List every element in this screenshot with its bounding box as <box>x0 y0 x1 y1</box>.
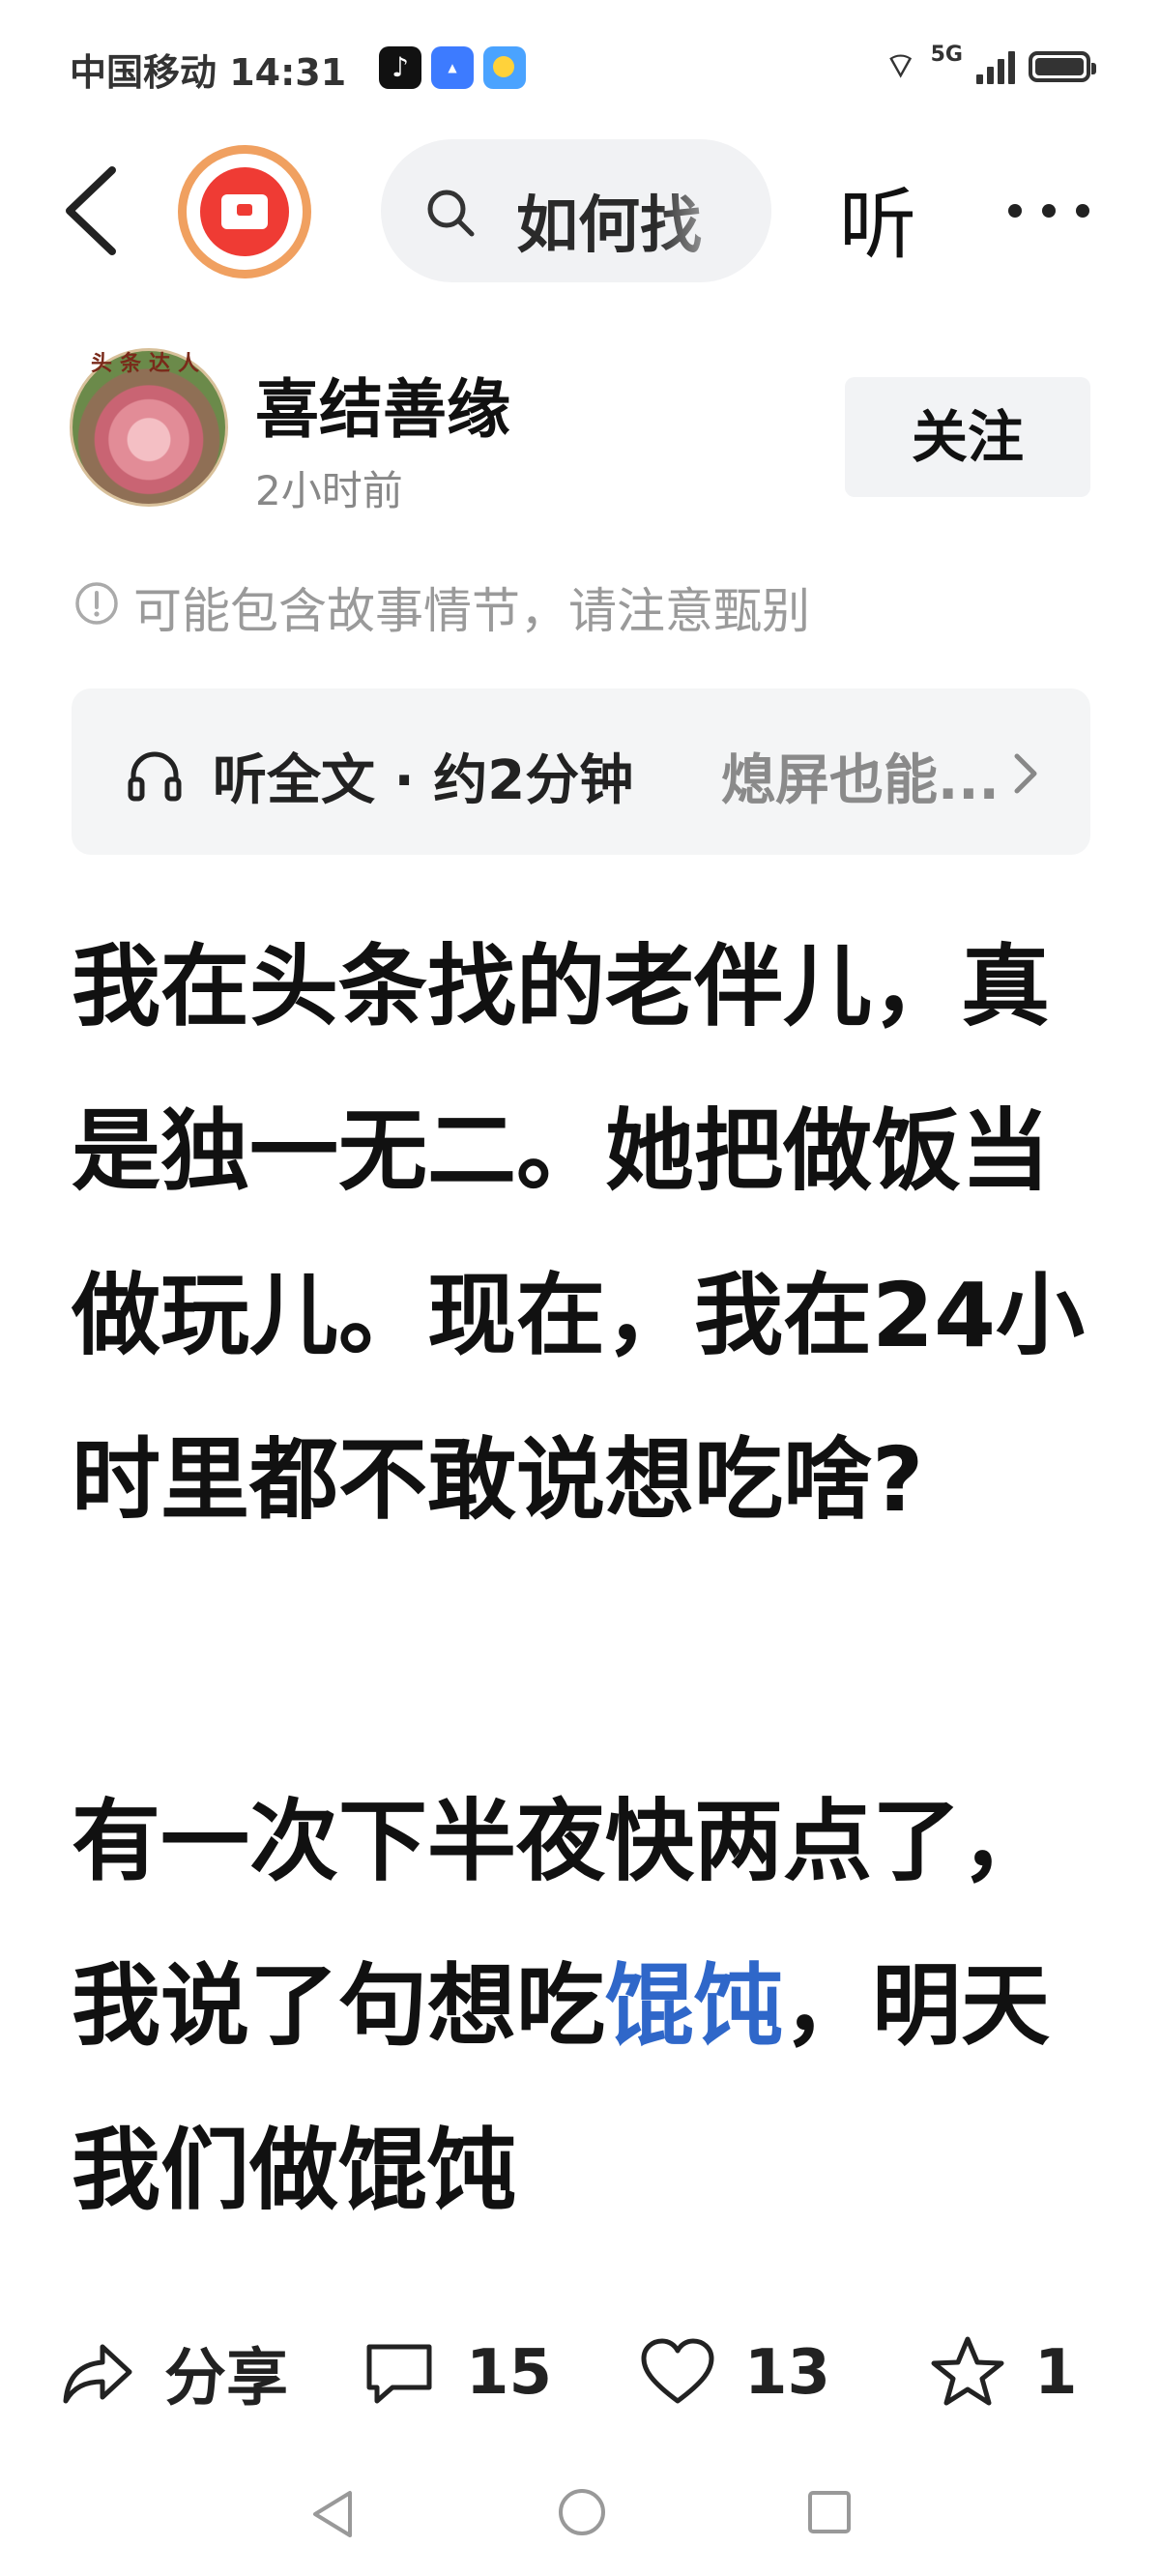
system-nav-bar <box>0 2475 1160 2553</box>
wifi-icon: ⌔ <box>884 46 917 86</box>
favorite-count: 1 <box>1034 2337 1078 2409</box>
system-home-icon[interactable] <box>555 2485 609 2539</box>
system-back-icon[interactable] <box>307 2487 358 2541</box>
comment-button[interactable]: 15 <box>360 2325 552 2421</box>
story-warning: 可能包含故事情节，请注意甄别 <box>133 583 810 639</box>
chevron-right-icon <box>1014 753 1037 794</box>
red-packet-icon[interactable] <box>178 145 311 278</box>
share-button[interactable]: 分享 <box>58 2325 288 2421</box>
author-name[interactable]: 喜结善缘 <box>255 358 510 451</box>
listen-button[interactable]: 听 <box>839 162 916 275</box>
like-button[interactable]: 13 <box>638 2325 830 2421</box>
screen-off-label: 熄屏也能... <box>721 749 1000 812</box>
search-link[interactable]: 馄饨 <box>605 1954 783 2058</box>
share-label: 分享 <box>164 2343 288 2415</box>
share-icon <box>63 2344 132 2404</box>
search-icon <box>427 190 475 237</box>
search-bar[interactable]: 如何找 <box>381 139 771 282</box>
weather-icon <box>483 46 526 89</box>
system-recent-apps-icon[interactable] <box>806 2489 853 2535</box>
avatar-ribbon: 头条达人 <box>90 352 207 376</box>
comment-icon <box>366 2344 432 2404</box>
back-icon[interactable] <box>58 162 126 259</box>
heart-icon <box>641 2338 714 2404</box>
listen-full-text-bar[interactable]: 听全文 · 约2分钟 熄屏也能... <box>72 688 1090 855</box>
status-bar: 中国移动 14:31 ♪ ▲ ⌔ 5G <box>0 0 1160 135</box>
headphone-icon <box>128 751 182 802</box>
info-icon <box>75 582 118 625</box>
follow-button[interactable]: 关注 <box>845 377 1090 497</box>
article-paragraph: 我在头条找的老伴儿，真是独一无二。她把做饭当做玩儿。现在，我在24小时里都不敢说… <box>72 935 1086 1532</box>
status-indicators: ⌔ 5G <box>884 43 1096 88</box>
more-icon[interactable] <box>1005 201 1092 220</box>
battery-icon <box>1029 50 1096 82</box>
signal-icon <box>976 49 1015 84</box>
network-type: 5G <box>930 43 963 67</box>
like-count: 13 <box>744 2337 831 2409</box>
listen-full-text-label: 听全文 · 约2分钟 <box>213 749 634 812</box>
star-icon <box>931 2336 1004 2406</box>
article-paragraph: 有一次下半夜快两点了，我说了句想吃馄饨，明天我们做馄饨 <box>72 1760 1096 2253</box>
comment-count: 15 <box>466 2337 553 2409</box>
app-market-icon: ▲ <box>431 46 474 89</box>
favorite-button[interactable]: 1 <box>928 2325 1078 2421</box>
post-time: 2小时前 <box>255 467 403 514</box>
carrier-time: 中国移动 14:31 <box>70 51 347 94</box>
tiktok-icon: ♪ <box>379 46 421 89</box>
